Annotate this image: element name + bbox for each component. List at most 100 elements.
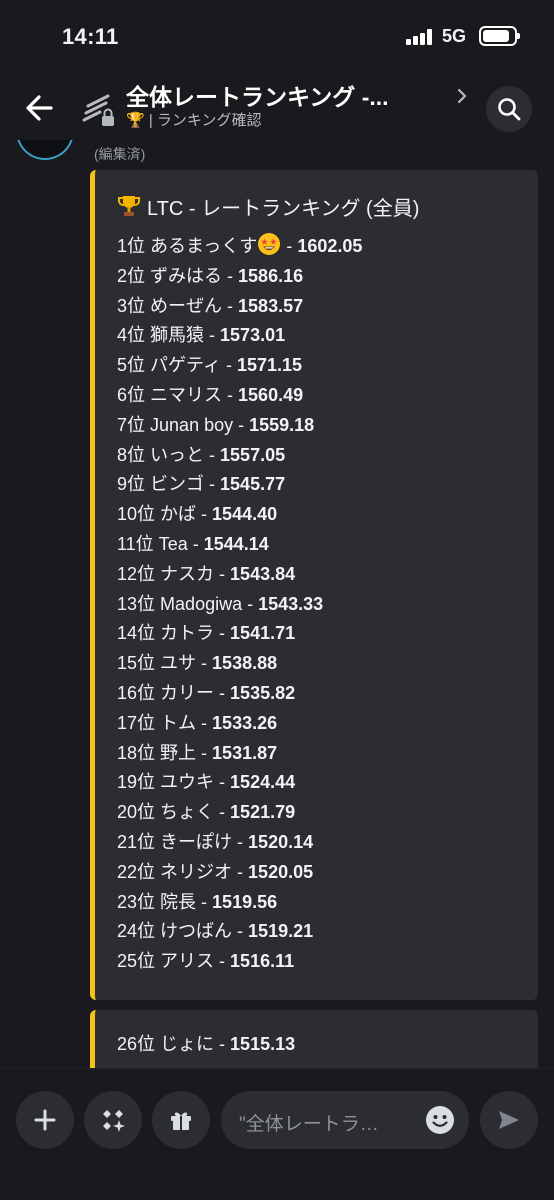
channel-header: 全体レートランキング -... 🏆 | ランキング確認: [0, 72, 554, 140]
rank-label: 15位: [117, 653, 156, 674]
message-composer: "全体レートラ…: [0, 1068, 554, 1200]
separator: -: [196, 742, 213, 763]
separator: -: [281, 236, 298, 256]
ranking-row: 6位 ニマリス - 1560.49: [117, 381, 362, 411]
rating-value: 1524.44: [230, 772, 296, 793]
separator: -: [214, 951, 231, 972]
rating-value: 1544.40: [212, 504, 278, 525]
rank-label: 9位: [117, 474, 146, 495]
player-name: カリー: [160, 682, 215, 703]
ranking-row: 25位 アリス - 1516.11: [117, 947, 362, 977]
separator: -: [222, 265, 239, 286]
ranking-row: 16位 カリー - 1535.82: [117, 679, 362, 709]
separator: -: [214, 623, 231, 644]
separator: -: [233, 414, 250, 435]
player-name: パゲティ: [150, 355, 221, 376]
separator: -: [214, 772, 231, 793]
rank-label: 4位: [117, 325, 146, 346]
ranking-row: 4位 獅馬猿 - 1573.01: [117, 321, 362, 351]
separator: -: [204, 444, 221, 465]
ranking-list-continued: 26位 じょに - 1515.13: [117, 1030, 295, 1060]
player-name: 獅馬猿: [150, 325, 205, 346]
separator: -: [222, 295, 239, 316]
rating-value: 1531.87: [212, 742, 278, 763]
embed-title: LTC - レートランキング (全員): [117, 192, 419, 224]
back-arrow-icon: [26, 95, 53, 121]
ranking-row: 2位 ずみはる - 1586.16: [117, 262, 362, 292]
player-name: いっと: [150, 444, 205, 465]
ranking-embed: LTC - レートランキング (全員) 1位 あるまっくす - 1602.05 2…: [90, 170, 538, 1000]
message-input[interactable]: "全体レートラ…: [221, 1091, 469, 1149]
rank-label: 17位: [117, 712, 156, 733]
send-button[interactable]: [480, 1091, 538, 1149]
chevron-right-icon[interactable]: [452, 84, 472, 108]
rank-label: 2位: [117, 265, 146, 286]
rating-value: 1516.11: [230, 951, 295, 972]
rank-label: 20位: [117, 802, 156, 823]
channel-title[interactable]: 全体レートランキング -...: [126, 78, 389, 112]
rank-label: 12位: [117, 563, 156, 584]
ranking-row: 11位 Tea - 1544.14: [117, 530, 362, 560]
separator: -: [214, 1034, 231, 1054]
clock: 14:11: [62, 24, 119, 49]
rating-value: 1541.71: [230, 623, 296, 644]
star-struck-emoji-icon: [257, 232, 281, 256]
avatar[interactable]: [16, 140, 74, 160]
ranking-row: 24位 けつばん - 1519.21: [117, 917, 362, 947]
plus-icon: [34, 1109, 56, 1131]
network-type: 5G: [442, 26, 467, 46]
message-list[interactable]: (編集済) LTC - レートランキング (全員) 1位 あるまっくす - 16…: [0, 140, 554, 1068]
search-button[interactable]: [486, 86, 532, 132]
apps-button[interactable]: [84, 1091, 142, 1149]
rating-value: 1515.13: [230, 1034, 296, 1054]
rating-value: 1602.05: [297, 236, 363, 256]
ranking-row: 19位 ユウキ - 1524.44: [117, 768, 362, 798]
separator: -: [196, 653, 213, 674]
player-name: ナスカ: [160, 563, 215, 584]
ranking-row: 23位 院長 - 1519.56: [117, 888, 362, 918]
edited-label: (編集済): [94, 146, 146, 162]
player-name: きーぽけ: [160, 831, 233, 852]
rating-value: 1545.77: [220, 474, 286, 495]
ranking-row: 8位 いっと - 1557.05: [117, 441, 362, 471]
rank-label: 24位: [117, 921, 156, 942]
player-name: アリス: [160, 951, 215, 972]
ranking-list: 1位 あるまっくす - 1602.05 2位 ずみはる - 1586.16 3位 め…: [117, 232, 362, 977]
gift-icon: [171, 1112, 191, 1130]
rank-label: 16位: [117, 682, 156, 703]
ranking-row: 3位 めーぜん - 1583.57: [117, 292, 362, 322]
rank-label: 1位: [117, 236, 146, 256]
player-name: Junan boy: [150, 414, 234, 435]
ranking-row: 13位 Madogiwa - 1543.33: [117, 590, 362, 620]
rating-value: 1533.26: [212, 712, 278, 733]
player-name: けつばん: [160, 921, 233, 942]
cell-signal-icon: [406, 29, 436, 45]
ranking-row: 7位 Junan boy - 1559.18: [117, 411, 362, 441]
player-name: ニマリス: [150, 384, 223, 405]
player-name: Tea: [158, 533, 188, 554]
gift-button[interactable]: [152, 1091, 210, 1149]
ranking-row: 26位 じょに - 1515.13: [117, 1030, 295, 1060]
separator: -: [222, 384, 239, 405]
ranking-row: 20位 ちょく - 1521.79: [117, 798, 362, 828]
ranking-row: 5位 パゲティ - 1571.15: [117, 351, 362, 381]
attach-button[interactable]: [16, 1091, 74, 1149]
player-name: トム: [160, 712, 197, 733]
rank-label: 8位: [117, 444, 146, 465]
rating-value: 1573.01: [220, 325, 286, 346]
player-name: Madogiwa: [160, 593, 243, 614]
rating-value: 1519.56: [212, 891, 278, 912]
ranking-row: 15位 ユサ - 1538.88: [117, 649, 362, 679]
rank-label: 5位: [117, 355, 146, 376]
emoji-icon[interactable]: [425, 1105, 455, 1135]
separator: -: [204, 325, 221, 346]
player-name: めーぜん: [150, 295, 223, 316]
rating-value: 1583.57: [238, 295, 304, 316]
rank-label: 14位: [117, 623, 156, 644]
player-name: ずみはる: [150, 265, 223, 286]
trophy-icon: [117, 194, 143, 224]
ranking-row: 10位 かば - 1544.40: [117, 500, 362, 530]
back-button[interactable]: [20, 88, 60, 128]
player-name: 野上: [160, 742, 197, 763]
separator: -: [196, 891, 213, 912]
